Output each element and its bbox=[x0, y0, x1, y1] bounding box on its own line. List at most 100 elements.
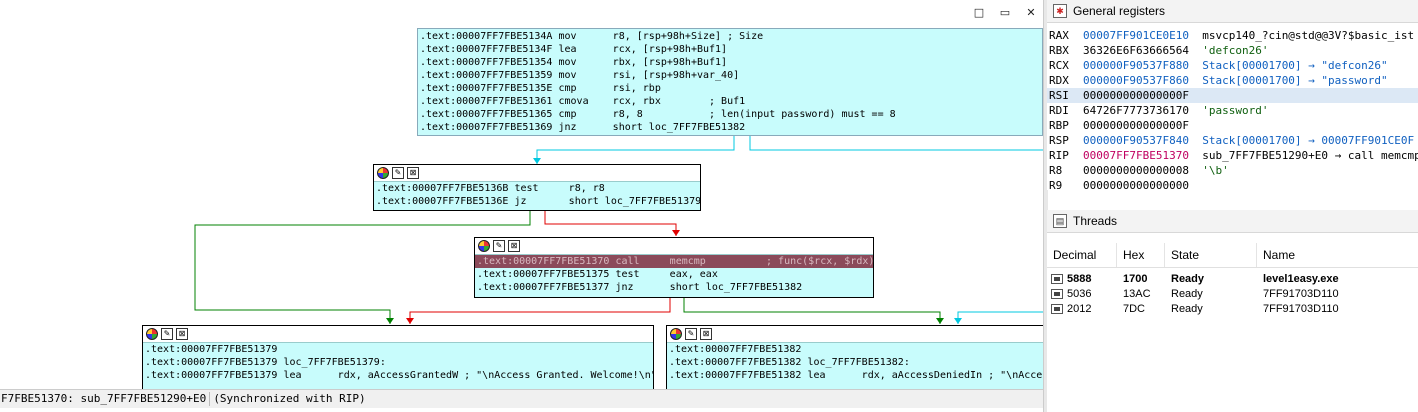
edge-arrow bbox=[406, 318, 414, 324]
color-node-icon[interactable] bbox=[670, 328, 682, 340]
graph-view[interactable]: □ ▭ ✕ .text:00007FF7FBE5134A mov r8, [rs… bbox=[0, 0, 1043, 412]
register-name: RSP bbox=[1049, 134, 1069, 147]
rename-node-icon[interactable]: ✎ bbox=[493, 240, 505, 252]
thread-name: level1easy.exe bbox=[1263, 272, 1339, 285]
thread-name: 7FF91703D110 bbox=[1263, 287, 1339, 300]
column-name[interactable]: Name bbox=[1257, 243, 1418, 267]
edge-top-into-denied bbox=[957, 311, 1043, 324]
register-row[interactable]: RSI 000000000000000F bbox=[1047, 88, 1418, 103]
register-row[interactable]: RSP 000000F90537F840 Stack[00001700] → 00… bbox=[1047, 133, 1418, 148]
asm-mnemonic: mov bbox=[558, 31, 607, 42]
column-hex[interactable]: Hex bbox=[1117, 243, 1165, 267]
register-value[interactable]: 000000F90537F880 bbox=[1083, 59, 1189, 72]
registers-title-bar[interactable]: ✱ General registers bbox=[1047, 0, 1418, 23]
group-node-icon[interactable]: ⊠ bbox=[700, 328, 712, 340]
register-value[interactable]: 36326E6F63666564 bbox=[1083, 44, 1189, 57]
asm-mnemonic: lea bbox=[558, 44, 607, 55]
group-node-icon[interactable]: ⊠ bbox=[176, 328, 188, 340]
threads-title-bar[interactable]: ▤ Threads bbox=[1047, 210, 1418, 233]
asm-line[interactable]: .text:00007FF7FBE51379 loc_7FF7FBE51379: bbox=[143, 356, 653, 369]
asm-line[interactable]: .text:00007FF7FBE5134A mov r8, [rsp+98h+… bbox=[418, 30, 1042, 43]
color-node-icon[interactable] bbox=[146, 328, 158, 340]
asm-line[interactable]: .text:00007FF7FBE51382 bbox=[667, 343, 1043, 356]
rename-node-icon[interactable]: ✎ bbox=[392, 167, 404, 179]
register-row[interactable]: RDI 64726F7773736170 'password' bbox=[1047, 103, 1418, 118]
asm-operands: rdx, aAccessGrantedW ; "\nAccess Granted… bbox=[331, 370, 654, 381]
asm-address: .text:00007FF7FBE51379 bbox=[145, 370, 278, 381]
asm-line[interactable]: .text:00007FF7FBE51382 lea rdx, aAccessD… bbox=[667, 369, 1043, 382]
register-row[interactable]: RDX 000000F90537F860 Stack[00001700] → "p… bbox=[1047, 73, 1418, 88]
register-value[interactable]: 000000F90537F860 bbox=[1083, 74, 1189, 87]
rename-node-icon[interactable]: ✎ bbox=[161, 328, 173, 340]
asm-line[interactable]: .text:00007FF7FBE51379 lea rdx, aAccessG… bbox=[143, 369, 653, 382]
maximize-button[interactable]: □ bbox=[970, 4, 988, 20]
register-value[interactable]: 000000000000000F bbox=[1083, 119, 1189, 132]
thread-decimal: 2012 bbox=[1047, 303, 1117, 315]
register-value[interactable]: 00007FF901CE0E10 bbox=[1083, 29, 1189, 42]
asm-address: .text:00007FF7FBE51379 bbox=[145, 357, 278, 368]
column-state[interactable]: State bbox=[1165, 243, 1257, 267]
group-node-icon[interactable]: ⊠ bbox=[508, 240, 520, 252]
register-row[interactable]: RBP 000000000000000F bbox=[1047, 118, 1418, 133]
asm-line[interactable]: .text:00007FF7FBE5134F lea rcx, [rsp+98h… bbox=[418, 43, 1042, 56]
edge-arrow bbox=[954, 318, 962, 324]
register-value[interactable]: 00007FF7FBE51370 bbox=[1083, 149, 1189, 162]
threads-icon: ▤ bbox=[1053, 214, 1067, 228]
asm-line[interactable]: .text:00007FF7FBE51365 cmp r8, 8 ; len(i… bbox=[418, 108, 1042, 121]
code-block-top[interactable]: .text:00007FF7FBE5134A mov r8, [rsp+98h+… bbox=[417, 28, 1043, 136]
restore-button[interactable]: ▭ bbox=[996, 4, 1014, 20]
asm-line[interactable]: .text:00007FF7FBE5136B test r8, r8 bbox=[374, 182, 700, 195]
asm-line[interactable]: .text:00007FF7FBE51359 mov rsi, [rsp+98h… bbox=[418, 69, 1042, 82]
code-block-access-denied[interactable]: ✎ ⊠ .text:00007FF7FBE51382 .text:00007FF… bbox=[666, 325, 1043, 395]
asm-address: .text:00007FF7FBE5135E bbox=[420, 83, 553, 94]
thread-row[interactable]: 5888 1700 Ready level1easy.exe bbox=[1047, 271, 1418, 286]
register-value[interactable]: 64726F7773736170 bbox=[1083, 104, 1189, 117]
column-decimal[interactable]: Decimal bbox=[1047, 243, 1117, 267]
register-value[interactable]: 000000F90537F840 bbox=[1083, 134, 1189, 147]
register-name: RDI bbox=[1049, 104, 1069, 117]
register-name: R8 bbox=[1049, 164, 1063, 177]
rename-node-icon[interactable]: ✎ bbox=[685, 328, 697, 340]
asm-line[interactable]: .text:00007FF7FBE51369 jnz short loc_7FF… bbox=[418, 121, 1042, 134]
asm-operands: short loc_7FF7FBE51382 bbox=[606, 122, 746, 133]
asm-line[interactable]: .text:00007FF7FBE51382 loc_7FF7FBE51382: bbox=[667, 356, 1043, 369]
asm-address: .text:00007FF7FBE51369 bbox=[420, 122, 553, 133]
thread-row[interactable]: 5036 13AC Ready 7FF91703D110 bbox=[1047, 286, 1418, 301]
register-row[interactable]: RAX 00007FF901CE0E10 msvcp140_?cin@std@@3… bbox=[1047, 28, 1418, 43]
register-row[interactable]: RIP 00007FF7FBE51370 sub_7FF7FBE51290+E0 … bbox=[1047, 148, 1418, 163]
group-node-icon[interactable]: ⊠ bbox=[407, 167, 419, 179]
color-node-icon[interactable] bbox=[377, 167, 389, 179]
thread-row[interactable]: 2012 7DC Ready 7FF91703D110 bbox=[1047, 301, 1418, 316]
register-value[interactable]: 000000000000000F bbox=[1083, 89, 1189, 102]
thread-state: Ready bbox=[1171, 287, 1203, 300]
register-value[interactable]: 0000000000000000 bbox=[1083, 179, 1189, 190]
register-comment: 'defcon26' bbox=[1202, 44, 1269, 57]
register-comment: sub_7FF7FBE51290+E0 → call memcmp bbox=[1202, 149, 1418, 162]
code-block-call[interactable]: ✎ ⊠ .text:00007FF7FBE51370 call memcmp ;… bbox=[474, 237, 874, 298]
edge-top-to-test bbox=[536, 136, 735, 164]
asm-line[interactable]: .text:00007FF7FBE5135E cmp rsi, rbp bbox=[418, 82, 1042, 95]
asm-address: .text:00007FF7FBE5136B bbox=[376, 183, 509, 194]
asm-line[interactable]: .text:00007FF7FBE51379 bbox=[143, 343, 653, 356]
color-node-icon[interactable] bbox=[478, 240, 490, 252]
code-block-access-granted[interactable]: ✎ ⊠ .text:00007FF7FBE51379 .text:00007FF… bbox=[142, 325, 654, 395]
asm-line[interactable]: .text:00007FF7FBE51354 mov rbx, [rsp+98h… bbox=[418, 56, 1042, 69]
asm-operands: rbx, [rsp+98h+Buf1] bbox=[606, 57, 728, 68]
asm-line[interactable]: .text:00007FF7FBE5136E jz short loc_7FF7… bbox=[374, 195, 700, 208]
asm-operands: eax, eax bbox=[663, 269, 718, 280]
asm-address: .text:00007FF7FBE51382 bbox=[669, 344, 802, 355]
register-row[interactable]: R9 0000000000000000 bbox=[1047, 178, 1418, 190]
asm-line[interactable]: .text:00007FF7FBE51370 call memcmp ; fun… bbox=[475, 255, 873, 268]
register-row[interactable]: RCX 000000F90537F880 Stack[00001700] → "d… bbox=[1047, 58, 1418, 73]
asm-address: .text:00007FF7FBE51379 bbox=[145, 344, 278, 355]
register-row[interactable]: RBX 36326E6F63666564 'defcon26' bbox=[1047, 43, 1418, 58]
asm-line[interactable]: .text:00007FF7FBE51377 jnz short loc_7FF… bbox=[475, 281, 873, 294]
asm-operands bbox=[332, 344, 338, 355]
register-row[interactable]: R8 0000000000000008 '\b' bbox=[1047, 163, 1418, 178]
asm-line[interactable]: .text:00007FF7FBE51375 test eax, eax bbox=[475, 268, 873, 281]
close-button[interactable]: ✕ bbox=[1022, 4, 1040, 20]
asm-address: .text:00007FF7FBE51361 bbox=[420, 96, 553, 107]
code-block-test[interactable]: ✎ ⊠ .text:00007FF7FBE5136B test r8, r8 .t… bbox=[373, 164, 701, 211]
asm-line[interactable]: .text:00007FF7FBE51361 cmova rcx, rbx ; … bbox=[418, 95, 1042, 108]
register-value[interactable]: 0000000000000008 bbox=[1083, 164, 1189, 177]
